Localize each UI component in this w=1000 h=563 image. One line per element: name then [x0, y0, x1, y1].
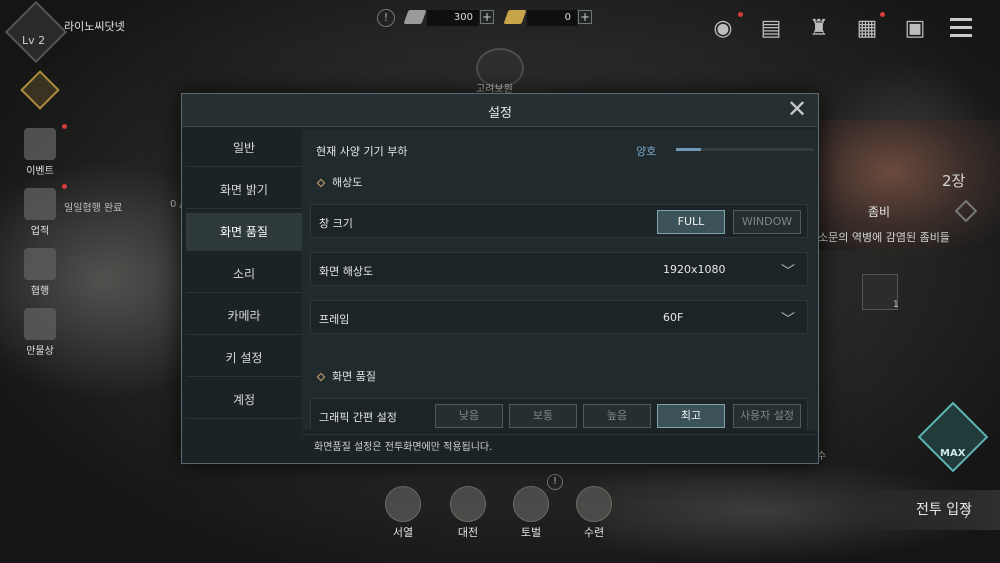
- nav-training-label: 수련: [583, 526, 605, 539]
- window-size-label: 창 크기: [319, 217, 353, 230]
- screen-resolution-label: 화면 해상도: [319, 265, 374, 278]
- training-icon: [576, 486, 612, 522]
- frame-select[interactable]: 프레임 60F ﹀: [310, 300, 808, 334]
- window-size-window-button[interactable]: WINDOW: [733, 210, 801, 234]
- tab-quality[interactable]: 화면 품질: [186, 213, 302, 251]
- frame-value: 60F: [663, 311, 684, 324]
- quality-section: 화면 품질: [310, 368, 810, 392]
- menu-event-label: 이벤트: [26, 166, 54, 177]
- menu-event[interactable]: 이벤트: [10, 128, 70, 177]
- nav-duel-label: 대전: [457, 526, 479, 539]
- graphics-preset-row: 그래픽 간편 설정 낮음 보통 높음 최고 사용자 설정: [310, 398, 808, 430]
- settings-content: 현재 사양 기기 부하 양호 해상도 창 크기 FULL WINDOW 화면 해…: [302, 130, 818, 430]
- gold-amount: 0: [527, 10, 577, 26]
- diamond-bullet-icon: [316, 372, 326, 382]
- nav-subjugation[interactable]: 토벌: [506, 486, 556, 540]
- mask-face-icon: [513, 486, 549, 522]
- nav-ranking[interactable]: 서열: [378, 486, 428, 540]
- device-load-row: 현재 사양 기기 부하 양호: [310, 134, 814, 164]
- resolution-section-title: 해상도: [332, 176, 363, 189]
- window-size-full-button[interactable]: FULL: [657, 210, 725, 234]
- player-level: Lv 2: [22, 34, 46, 47]
- tab-account[interactable]: 계정: [186, 381, 302, 419]
- player-name: 라이노씨닷넷: [64, 20, 125, 33]
- device-load-value: 양호: [636, 145, 657, 158]
- mask-max-label: MAX: [940, 448, 966, 459]
- notification-dot: [62, 124, 67, 129]
- notification-dot: [880, 12, 885, 17]
- nav-duel[interactable]: 대전: [443, 486, 493, 540]
- add-silver-button[interactable]: +: [480, 10, 494, 24]
- frame-label: 프레임: [319, 313, 350, 326]
- tab-keys[interactable]: 키 설정: [186, 339, 302, 377]
- alert-icon[interactable]: !: [377, 9, 395, 27]
- preset-medium-button[interactable]: 보통: [509, 404, 577, 428]
- preset-high-button[interactable]: 높음: [583, 404, 651, 428]
- nav-ranking-label: 서열: [392, 526, 414, 539]
- device-load-meter: [676, 148, 814, 151]
- menu-achievement[interactable]: 업적: [10, 188, 70, 237]
- resolution-section: 해상도: [310, 174, 810, 198]
- crossed-swords-icon: [450, 486, 486, 522]
- settings-footer-note: 화면품질 설정은 전투화면에만 적용됩니다.: [302, 434, 818, 462]
- coin-pouch-icon[interactable]: ◉: [708, 14, 738, 44]
- menu-shop-label: 만물상: [26, 346, 54, 357]
- bag-icon[interactable]: ▣: [900, 14, 930, 44]
- diamond-bullet-icon: [316, 178, 326, 188]
- monster-description: 소문의 역병에 감염된 좀비들: [818, 231, 950, 244]
- preset-low-button[interactable]: 낮음: [435, 404, 503, 428]
- menu-icon[interactable]: [950, 18, 972, 38]
- daily-quest-label: 일일협행 완료: [64, 203, 123, 214]
- device-load-fill: [676, 148, 701, 151]
- menu-shop[interactable]: 만물상: [10, 308, 70, 357]
- chest-icon: [24, 248, 56, 280]
- achievement-icon: [24, 188, 56, 220]
- monster-name: 좀비: [868, 205, 891, 219]
- device-load-label: 현재 사양 기기 부하: [316, 145, 408, 158]
- scroll-icon[interactable]: ▤: [756, 14, 786, 44]
- settings-header: 설정 ✕: [182, 94, 818, 127]
- menu-cooperation-label: 협행: [30, 286, 50, 297]
- settings-title: 설정: [488, 106, 512, 121]
- character-icon[interactable]: ♜: [804, 14, 834, 44]
- tab-general[interactable]: 일반: [186, 129, 302, 167]
- reward-item-count: 1: [893, 300, 899, 310]
- window-size-row: 창 크기 FULL WINDOW: [310, 204, 808, 238]
- tab-camera[interactable]: 카메라: [186, 297, 302, 335]
- preset-max-button[interactable]: 최고: [657, 404, 725, 428]
- screen-resolution-value: 1920x1080: [663, 263, 726, 276]
- shop-icon: [24, 308, 56, 340]
- chevron-down-icon: ﹀: [781, 312, 795, 328]
- chevron-right-icon: 〉: [964, 502, 981, 521]
- menu-cooperation[interactable]: 협행: [10, 248, 70, 297]
- screen-resolution-select[interactable]: 화면 해상도 1920x1080 ﹀: [310, 252, 808, 286]
- ranking-icon: [385, 486, 421, 522]
- menu-achievement-label: 업적: [30, 226, 50, 237]
- graphics-preset-label: 그래픽 간편 설정: [319, 411, 397, 424]
- tab-sound[interactable]: 소리: [186, 255, 302, 293]
- settings-tab-list: 일반 화면 밝기 화면 품질 소리 카메라 키 설정 계정: [186, 129, 302, 429]
- event-icon: [24, 128, 56, 160]
- close-icon[interactable]: ✕: [785, 97, 809, 122]
- add-gold-button[interactable]: +: [578, 10, 592, 24]
- chevron-down-icon: ﹀: [781, 264, 795, 280]
- nav-training[interactable]: 수련: [569, 486, 619, 540]
- tab-brightness[interactable]: 화면 밝기: [186, 171, 302, 209]
- preset-custom-button[interactable]: 사용자 설정: [733, 404, 801, 428]
- notification-dot: [62, 184, 67, 189]
- notification-dot: [738, 12, 743, 17]
- book-icon[interactable]: ▦: [852, 14, 882, 44]
- chapter-count: 2장: [942, 172, 966, 190]
- settings-dialog: 설정 ✕ 일반 화면 밝기 화면 품질 소리 카메라 키 설정 계정 현재 사양…: [181, 93, 819, 464]
- quality-section-title: 화면 품질: [332, 370, 376, 383]
- silver-amount: 300: [427, 10, 479, 26]
- alert-icon: !: [547, 474, 563, 490]
- nav-subjugation-label: 토벌: [520, 526, 542, 539]
